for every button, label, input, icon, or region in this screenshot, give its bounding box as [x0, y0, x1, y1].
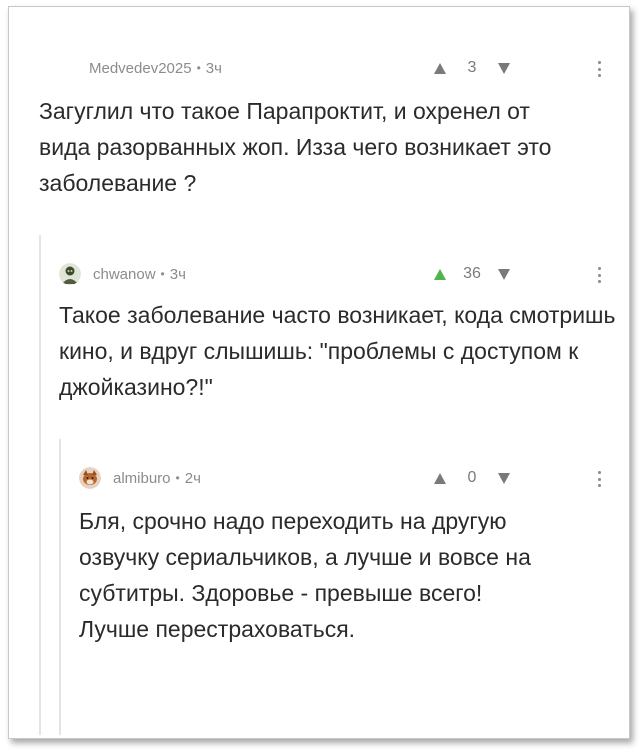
comment-text: Такое заболевание часто возникает, кода …	[59, 302, 616, 400]
downvote-icon[interactable]	[498, 472, 510, 484]
separator-dot: •	[175, 471, 180, 485]
vote-controls: 0	[434, 467, 510, 489]
comment-text: Бля, срочно надо переходить на другую оз…	[79, 508, 531, 642]
comment-header: chwanow • 3ч	[59, 263, 186, 285]
author-name[interactable]: Medvedev2025	[89, 60, 192, 77]
upvote-icon[interactable]	[434, 62, 446, 74]
separator-dot: •	[160, 267, 165, 281]
upvote-icon[interactable]	[434, 472, 446, 484]
more-options-icon[interactable]	[598, 267, 602, 283]
upvote-icon[interactable]	[434, 268, 446, 280]
comment-time: 3ч	[205, 59, 222, 77]
comment-thread-frame: Medvedev2025 • 3ч 3 Загуглил что такое П…	[8, 6, 630, 739]
more-options-icon[interactable]	[598, 61, 602, 77]
author-name[interactable]: chwanow	[93, 266, 156, 283]
avatar[interactable]	[59, 263, 81, 285]
separator-dot: •	[196, 61, 201, 75]
avatar[interactable]	[79, 467, 101, 489]
vote-score: 36	[463, 265, 481, 282]
comment-header: almiburo • 2ч	[79, 467, 201, 489]
comment-text: Загуглил что такое Парапроктит, и охрене…	[39, 98, 552, 196]
downvote-icon[interactable]	[498, 62, 510, 74]
more-options-icon[interactable]	[598, 471, 602, 487]
author-name[interactable]: almiburo	[113, 470, 171, 487]
downvote-icon[interactable]	[498, 268, 510, 280]
comment-header: Medvedev2025 • 3ч	[89, 57, 222, 79]
thread-line-level-1[interactable]	[39, 235, 41, 735]
thread-line-level-2[interactable]	[59, 439, 61, 735]
vote-score: 0	[467, 469, 477, 486]
vote-controls: 36	[434, 263, 510, 285]
comment-time: 2ч	[184, 469, 201, 487]
comment-time: 3ч	[169, 265, 186, 283]
vote-controls: 3	[434, 57, 510, 79]
vote-score: 3	[467, 59, 477, 76]
